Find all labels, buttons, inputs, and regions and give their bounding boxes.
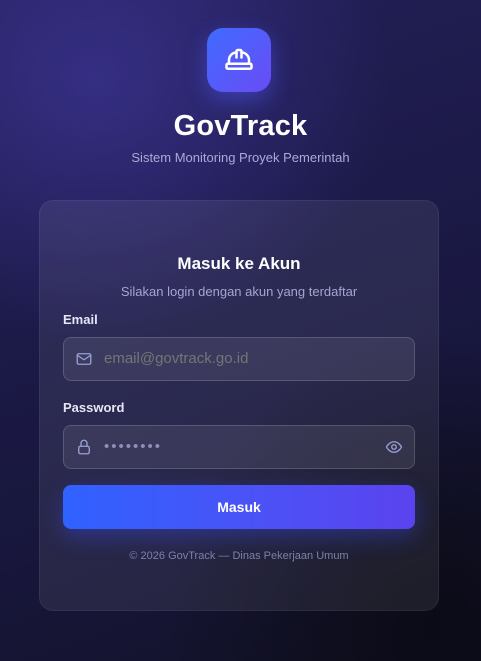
submit-button[interactable]: Masuk (63, 485, 415, 529)
email-field[interactable] (63, 337, 415, 381)
login-subtitle: Silakan login dengan akun yang terdaftar (120, 284, 358, 299)
brand-logo (207, 28, 271, 92)
password-label: Password (63, 400, 125, 415)
eye-icon[interactable] (385, 438, 403, 456)
app-title: GovTrack (173, 110, 308, 142)
login-card: Masuk ke Akun Silakan login dengan akun … (39, 200, 439, 611)
lock-icon (78, 439, 90, 455)
app-subtitle: Sistem Monitoring Proyek Pemerintah (131, 150, 350, 165)
password-input[interactable]: •••••••• (104, 426, 394, 468)
hard-hat-icon (225, 48, 253, 70)
footer-copyright: © 2026 GovTrack — Dinas Pekerjaan Umum (129, 550, 349, 562)
password-field[interactable]: •••••••• (63, 425, 415, 469)
mail-icon (76, 353, 92, 365)
email-label: Email (63, 312, 98, 327)
login-title: Masuk ke Akun (177, 254, 301, 273)
email-input[interactable] (104, 338, 394, 380)
